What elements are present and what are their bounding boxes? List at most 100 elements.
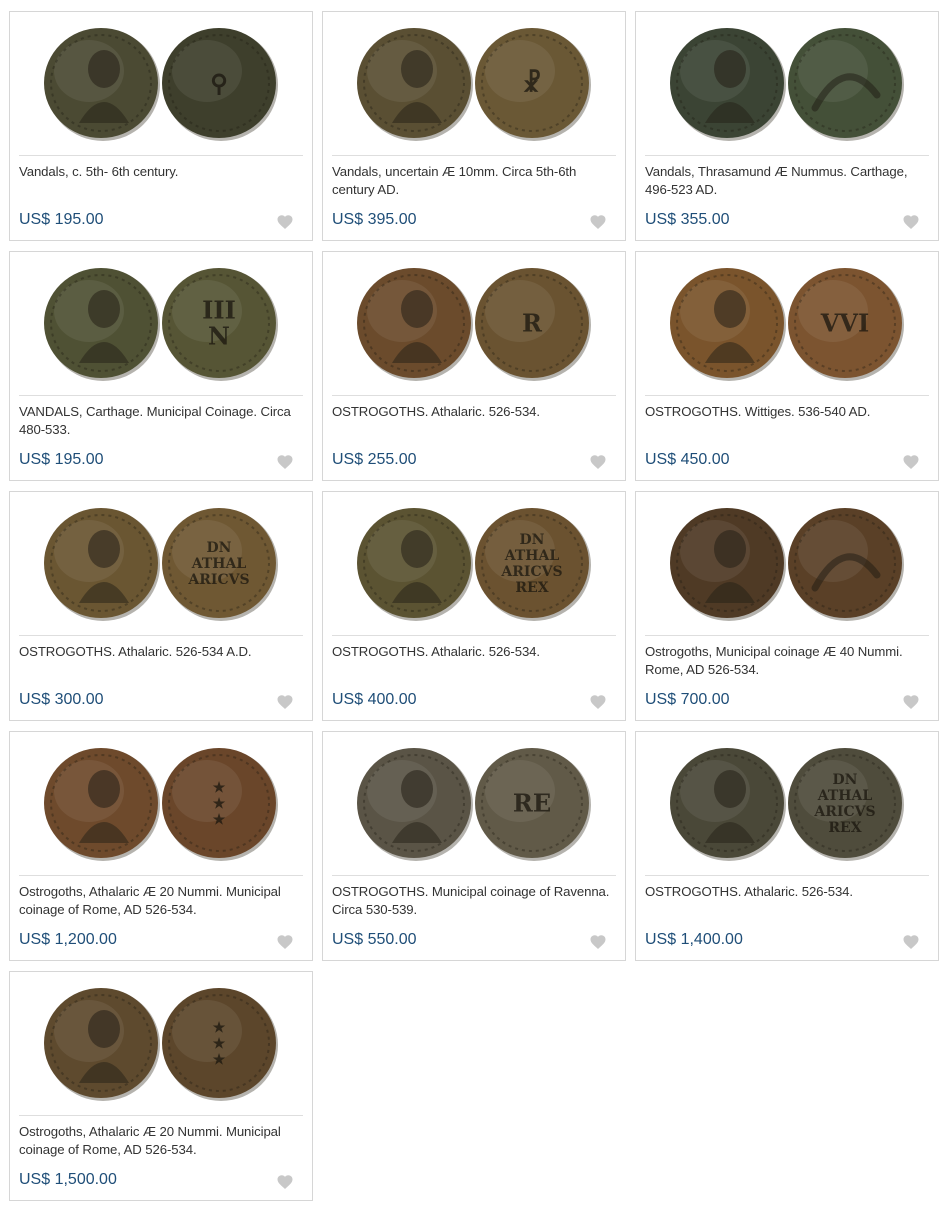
svg-text:ATHAL: ATHAL — [817, 788, 873, 804]
product-title[interactable]: Ostrogoths, Municipal coinage Æ 40 Nummi… — [645, 643, 930, 679]
coin-obverse — [670, 268, 786, 381]
divider — [332, 875, 616, 876]
coin-reverse: ☧ — [475, 28, 591, 141]
coin-reverse: DNATHALARICVSREX — [788, 748, 904, 861]
coin-image[interactable]: DN ATHAL ARICVS REX — [332, 493, 616, 633]
product-price: US$ 1,400.00 — [645, 931, 743, 948]
coin-obverse — [670, 28, 786, 141]
product-title[interactable]: OSTROGOTHS. Municipal coinage of Ravenna… — [332, 883, 617, 919]
coin-image[interactable]: ★ ★ ★ — [19, 733, 303, 873]
heart-icon[interactable] — [902, 693, 920, 711]
svg-text:★: ★ — [213, 1036, 226, 1052]
product-price: US$ 450.00 — [645, 451, 730, 468]
divider — [19, 155, 303, 156]
product-title[interactable]: OSTROGOTHS. Athalaric. 526-534. — [645, 883, 930, 901]
divider — [645, 395, 929, 396]
divider — [332, 155, 616, 156]
heart-icon[interactable] — [276, 453, 294, 471]
product-card[interactable]: III N VANDALS, Carthage. Municipal Coinage… — [9, 251, 313, 481]
product-title[interactable]: OSTROGOTHS. Athalaric. 526-534 A.D. — [19, 643, 304, 661]
coin-obverse — [44, 508, 160, 621]
product-card[interactable]: ⚲ Vandals, c. 5th- 6th century. US$ 195.00 — [9, 11, 313, 241]
svg-text:ARICVS: ARICVS — [500, 564, 562, 580]
product-price: US$ 400.00 — [332, 691, 417, 708]
svg-text:ATHAL: ATHAL — [191, 556, 247, 572]
coin-image[interactable] — [645, 493, 929, 633]
product-card[interactable]: ☧ Vandals, uncertain Æ 10mm. Circa 5th-6t… — [322, 11, 626, 241]
coin-obverse — [44, 988, 160, 1101]
coin-reverse: ★★★ — [162, 988, 278, 1101]
product-card[interactable]: RE OSTROGOTHS. Municipal coinage of Raven… — [322, 731, 626, 961]
heart-icon[interactable] — [902, 213, 920, 231]
heart-icon[interactable] — [276, 213, 294, 231]
coin-image[interactable]: VVI — [645, 253, 929, 393]
svg-text:DN: DN — [207, 540, 232, 556]
product-title[interactable]: Vandals, uncertain Æ 10mm. Circa 5th-6th… — [332, 163, 617, 199]
coin-obverse — [357, 748, 473, 861]
coin-reverse: DNATHALARICVS — [162, 508, 278, 621]
coin-image[interactable]: III N — [19, 253, 303, 393]
product-price: US$ 195.00 — [19, 451, 104, 468]
svg-text:ATHAL: ATHAL — [504, 548, 560, 564]
product-card[interactable]: Vandals, Thrasamund Æ Nummus. Carthage, … — [635, 11, 939, 241]
coin-image[interactable]: ⚲ — [19, 13, 303, 153]
product-card[interactable]: VVI OSTROGOTHS. Wittiges. 536-540 AD. US$ … — [635, 251, 939, 481]
coin-image[interactable]: RE — [332, 733, 616, 873]
product-card[interactable]: ★ ★ ★ Ostrogoths, Athalaric Æ 20 Nummi. Mun… — [9, 971, 313, 1201]
coin-image[interactable]: ☧ — [332, 13, 616, 153]
divider — [645, 875, 929, 876]
heart-icon[interactable] — [589, 693, 607, 711]
coin-reverse: RE — [475, 748, 591, 861]
product-title[interactable]: OSTROGOTHS. Athalaric. 526-534. — [332, 643, 617, 661]
coin-image[interactable]: ★ ★ ★ — [19, 973, 303, 1113]
product-title[interactable]: Vandals, Thrasamund Æ Nummus. Carthage, … — [645, 163, 930, 199]
heart-icon[interactable] — [902, 933, 920, 951]
coin-reverse: ⚲ — [162, 28, 278, 141]
product-title[interactable]: Ostrogoths, Athalaric Æ 20 Nummi. Munici… — [19, 1123, 304, 1159]
svg-text:VVI: VVI — [820, 308, 869, 337]
heart-icon[interactable] — [276, 933, 294, 951]
coin-obverse — [357, 508, 473, 621]
heart-icon[interactable] — [276, 693, 294, 711]
coin-reverse: R — [475, 268, 591, 381]
svg-text:☧: ☧ — [523, 68, 542, 97]
product-card[interactable]: DN ATHAL ARICVS REX OSTROGOTHS. Athalaric. 5… — [322, 491, 626, 721]
product-card[interactable]: R OSTROGOTHS. Athalaric. 526-534. US$ 255.… — [322, 251, 626, 481]
svg-text:RE: RE — [513, 788, 551, 817]
coin-obverse — [44, 268, 160, 381]
coin-image[interactable]: DN ATHAL ARICVS REX — [645, 733, 929, 873]
coin-image[interactable] — [645, 13, 929, 153]
svg-text:★: ★ — [213, 780, 226, 796]
product-card[interactable]: ★ ★ ★ Ostrogoths, Athalaric Æ 20 Nummi. Mun… — [9, 731, 313, 961]
heart-icon[interactable] — [276, 1173, 294, 1191]
svg-text:N: N — [208, 321, 230, 350]
heart-icon[interactable] — [589, 213, 607, 231]
product-title[interactable]: Vandals, c. 5th- 6th century. — [19, 163, 304, 181]
svg-text:DN: DN — [833, 772, 858, 788]
heart-icon[interactable] — [589, 453, 607, 471]
coin-reverse: IIIN — [162, 268, 278, 381]
svg-text:ARICVS: ARICVS — [813, 804, 875, 820]
coin-reverse — [788, 508, 904, 621]
product-card[interactable]: Ostrogoths, Municipal coinage Æ 40 Nummi… — [635, 491, 939, 721]
coin-reverse: ★★★ — [162, 748, 278, 861]
product-card[interactable]: DN ATHAL ARICVS REX OSTROGOTHS. Athalaric. 5… — [635, 731, 939, 961]
product-title[interactable]: OSTROGOTHS. Athalaric. 526-534. — [332, 403, 617, 421]
product-card[interactable]: DN ATHAL ARICVS OSTROGOTHS. Athalaric. 526-… — [9, 491, 313, 721]
product-price: US$ 195.00 — [19, 211, 104, 228]
product-title[interactable]: OSTROGOTHS. Wittiges. 536-540 AD. — [645, 403, 930, 421]
coin-image[interactable]: DN ATHAL ARICVS — [19, 493, 303, 633]
svg-text:DN: DN — [520, 532, 545, 548]
divider — [645, 155, 929, 156]
coin-image[interactable]: R — [332, 253, 616, 393]
product-title[interactable]: VANDALS, Carthage. Municipal Coinage. Ci… — [19, 403, 304, 439]
divider — [19, 875, 303, 876]
heart-icon[interactable] — [902, 453, 920, 471]
svg-text:ARICVS: ARICVS — [187, 572, 249, 588]
heart-icon[interactable] — [589, 933, 607, 951]
divider — [19, 395, 303, 396]
svg-text:III: III — [202, 295, 236, 324]
divider — [19, 1115, 303, 1116]
divider — [19, 635, 303, 636]
product-title[interactable]: Ostrogoths, Athalaric Æ 20 Nummi. Munici… — [19, 883, 304, 919]
